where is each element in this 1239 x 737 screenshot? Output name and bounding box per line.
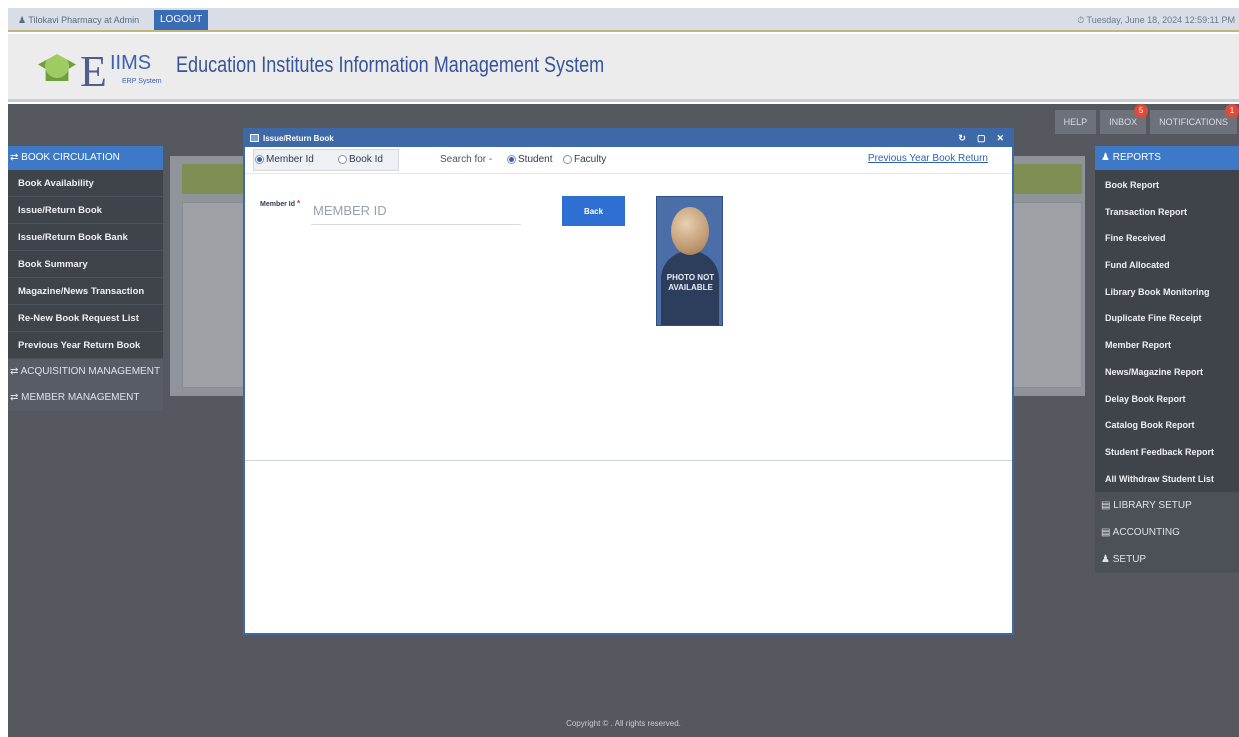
report-item-fund-allocated[interactable]: Fund Allocated: [1095, 252, 1239, 279]
reports-header[interactable]: ♟ REPORTS: [1095, 146, 1239, 170]
inbox-badge: 5: [1134, 104, 1149, 118]
report-item-transaction-report[interactable]: Transaction Report: [1095, 199, 1239, 226]
radio-book-id-label: Book Id: [349, 154, 383, 165]
left-sidebar: ⇄ BOOK CIRCULATION Book Availability Iss…: [8, 146, 163, 411]
book-circulation-header[interactable]: ⇄ BOOK CIRCULATION: [8, 146, 163, 170]
sidebar-item-renew-book-request-list[interactable]: Re-New Book Request List: [8, 305, 163, 332]
inbox-label: INBOX: [1109, 117, 1138, 127]
top-nav: HELP INBOX 5 NOTIFICATIONS 1: [1054, 104, 1239, 136]
report-item-news-magazine-report[interactable]: News/Magazine Report: [1095, 359, 1239, 386]
acquisition-management-group[interactable]: ⇄ ACQUISITION MANAGEMENT: [8, 359, 163, 385]
help-button[interactable]: HELP: [1054, 110, 1097, 134]
report-item-member-report[interactable]: Member Report: [1095, 332, 1239, 359]
dialog-titlebar[interactable]: Issue/Return Book ↻ ▢ ✕: [245, 130, 1012, 147]
report-item-catalog-book-report[interactable]: Catalog Book Report: [1095, 412, 1239, 439]
radio-book-id-dot[interactable]: [338, 155, 347, 164]
book-circulation-menu: Book Availability Issue/Return Book Issu…: [8, 170, 163, 359]
logo-iims: IIMS: [110, 52, 152, 74]
system-name: Education Institutes Information Managem…: [176, 52, 605, 77]
silhouette-head: [671, 207, 709, 255]
back-button[interactable]: Back: [562, 196, 625, 226]
sidebar-item-issue-return-book-bank[interactable]: Issue/Return Book Bank: [8, 224, 163, 251]
report-item-library-book-monitoring[interactable]: Library Book Monitoring: [1095, 279, 1239, 306]
notifications-button[interactable]: NOTIFICATIONS 1: [1150, 104, 1239, 134]
member-photo-placeholder: PHOTO NOT AVAILABLE: [656, 196, 723, 326]
photo-not-available-text: PHOTO NOT AVAILABLE: [666, 273, 715, 292]
radio-member-id-dot[interactable]: [255, 155, 264, 164]
sidebar-item-book-summary[interactable]: Book Summary: [8, 251, 163, 278]
sidebar-item-issue-return-book[interactable]: Issue/Return Book: [8, 197, 163, 224]
notifications-badge: 1: [1225, 104, 1239, 118]
radio-student[interactable]: Student: [507, 154, 552, 165]
member-management-group[interactable]: ⇄ MEMBER MANAGEMENT: [8, 385, 163, 411]
report-item-duplicate-fine-receipt[interactable]: Duplicate Fine Receipt: [1095, 305, 1239, 332]
inbox-button[interactable]: INBOX 5: [1100, 104, 1149, 134]
search-for-label: Search for -: [440, 154, 493, 165]
user-bar: ♟ Tilokavi Pharmacy at Admin LOGOUT ⏱ Tu…: [8, 8, 1239, 32]
refresh-icon[interactable]: ↻: [958, 130, 966, 147]
report-item-delay-book-report[interactable]: Delay Book Report: [1095, 386, 1239, 413]
report-item-student-feedback-report[interactable]: Student Feedback Report: [1095, 439, 1239, 466]
member-id-label: Member Id *: [260, 199, 300, 208]
report-item-book-report[interactable]: Book Report: [1095, 172, 1239, 199]
graduation-cap-icon: [38, 54, 76, 81]
dialog-title: Issue/Return Book: [263, 134, 334, 143]
issue-return-book-dialog: Issue/Return Book ↻ ▢ ✕ Member Id Book I…: [243, 128, 1014, 635]
radio-faculty[interactable]: Faculty: [563, 154, 606, 165]
close-icon[interactable]: ✕: [996, 130, 1004, 147]
footer: Copyright © . All rights reserved.: [566, 719, 681, 728]
radio-faculty-label: Faculty: [574, 154, 607, 165]
logged-in-user: ♟ Tilokavi Pharmacy at Admin: [18, 15, 140, 25]
radio-faculty-dot[interactable]: [563, 155, 572, 164]
previous-year-book-return-link[interactable]: Previous Year Book Return: [868, 153, 988, 164]
eiims-logo[interactable]: E IIMS ERP System: [38, 47, 178, 96]
notifications-label: NOTIFICATIONS: [1159, 117, 1228, 127]
window-controls: ↻ ▢ ✕: [958, 130, 1004, 147]
sidebar-item-book-availability[interactable]: Book Availability: [8, 170, 163, 197]
radio-student-label: Student: [518, 154, 553, 165]
logout-button[interactable]: LOGOUT: [154, 10, 209, 30]
library-setup-group[interactable]: ▤ LIBRARY SETUP: [1095, 492, 1239, 520]
app-header: E IIMS ERP System Education Institutes I…: [8, 34, 1239, 102]
report-item-fine-received[interactable]: Fine Received: [1095, 225, 1239, 252]
reports-menu: Book Report Transaction Report Fine Rece…: [1095, 170, 1239, 493]
dialog-toolbar: Member Id Book Id Search for - Student F…: [245, 147, 1012, 174]
window-icon: [250, 134, 259, 142]
maximize-icon[interactable]: ▢: [977, 130, 986, 147]
sidebar-item-previous-year-return-book[interactable]: Previous Year Return Book: [8, 332, 163, 359]
dialog-divider: [245, 460, 1012, 461]
sidebar-item-magazine-news-transaction[interactable]: Magazine/News Transaction: [8, 278, 163, 305]
report-item-all-withdraw-student-list[interactable]: All Withdraw Student List: [1095, 466, 1239, 493]
radio-student-dot[interactable]: [507, 155, 516, 164]
member-id-input[interactable]: [311, 197, 521, 225]
radio-book-id[interactable]: Book Id: [338, 154, 383, 165]
radio-member-id[interactable]: Member Id: [255, 154, 314, 165]
member-id-label-text: Member Id: [260, 201, 296, 208]
help-label: HELP: [1063, 117, 1088, 127]
logo-subtitle: ERP System: [122, 78, 162, 85]
accounting-group[interactable]: ▤ ACCOUNTING: [1095, 519, 1239, 547]
logo-e: E: [80, 47, 107, 96]
radio-member-id-label: Member Id: [266, 154, 314, 165]
required-marker: *: [296, 199, 301, 208]
datetime-display: ⏱ Tuesday, June 18, 2024 12:59:11 PM: [1077, 15, 1235, 25]
right-sidebar: ♟ REPORTS Book Report Transaction Report…: [1095, 146, 1239, 574]
setup-group[interactable]: ♟ SETUP: [1095, 546, 1239, 574]
